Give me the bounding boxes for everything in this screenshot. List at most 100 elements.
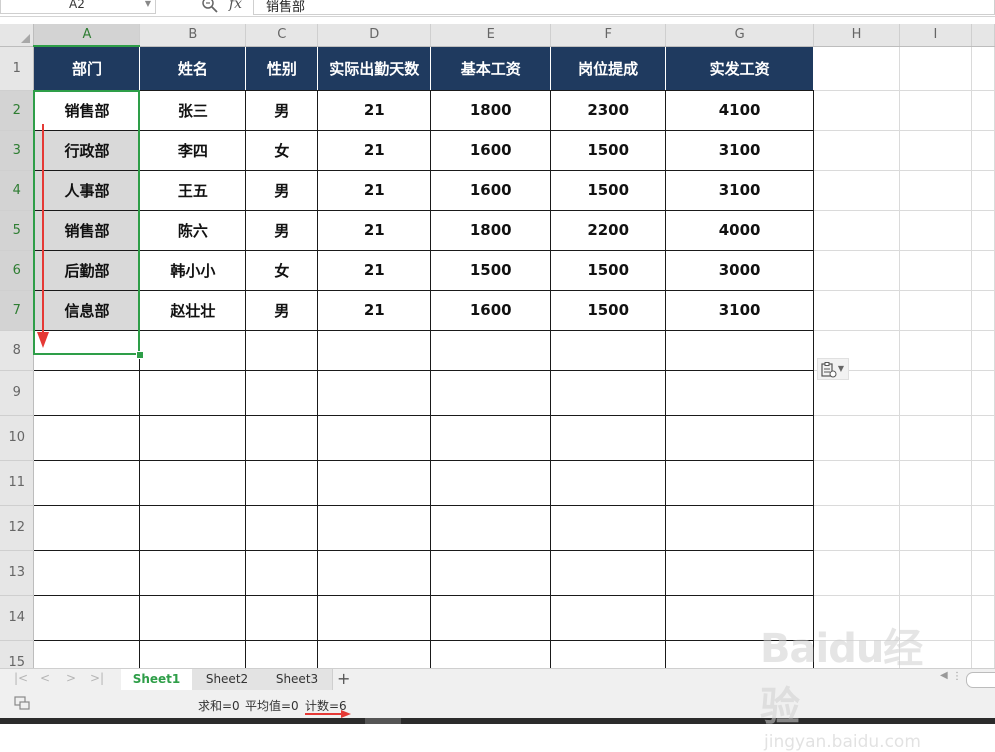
table-cell[interactable]: 女 bbox=[245, 130, 319, 171]
table-cell[interactable]: 男 bbox=[245, 90, 319, 131]
table-header-cell[interactable]: 岗位提成 bbox=[550, 46, 667, 91]
cell[interactable] bbox=[665, 460, 815, 506]
cell[interactable] bbox=[899, 46, 972, 91]
cell[interactable] bbox=[430, 640, 552, 668]
table-cell[interactable]: 3100 bbox=[665, 290, 815, 331]
table-cell[interactable]: 1500 bbox=[430, 250, 552, 291]
table-cell[interactable]: 4100 bbox=[665, 90, 815, 131]
cell[interactable] bbox=[899, 330, 972, 371]
cell[interactable] bbox=[813, 505, 900, 551]
cell[interactable] bbox=[899, 415, 972, 461]
cell[interactable] bbox=[665, 595, 815, 641]
table-cell[interactable]: 男 bbox=[245, 210, 319, 251]
cell[interactable] bbox=[813, 595, 900, 641]
row-header-3[interactable]: 3 bbox=[0, 130, 35, 171]
cell[interactable] bbox=[813, 550, 900, 596]
column-header-next[interactable] bbox=[971, 24, 995, 47]
table-cell[interactable]: 1600 bbox=[430, 130, 552, 171]
cell[interactable] bbox=[33, 550, 141, 596]
cell[interactable] bbox=[971, 130, 995, 171]
table-cell[interactable]: 1600 bbox=[430, 290, 552, 331]
cell[interactable] bbox=[665, 330, 815, 371]
table-header-cell[interactable]: 性别 bbox=[245, 46, 319, 91]
column-header-d[interactable]: D bbox=[317, 24, 432, 47]
cell[interactable] bbox=[813, 90, 900, 131]
cell[interactable] bbox=[971, 460, 995, 506]
cell[interactable] bbox=[971, 330, 995, 371]
table-cell[interactable]: 陈六 bbox=[139, 210, 247, 251]
row-header-4[interactable]: 4 bbox=[0, 170, 35, 211]
cell[interactable] bbox=[550, 370, 667, 416]
cell[interactable] bbox=[899, 460, 972, 506]
row-header-11[interactable]: 11 bbox=[0, 460, 35, 506]
cell[interactable] bbox=[430, 595, 552, 641]
cell[interactable] bbox=[430, 505, 552, 551]
cell[interactable] bbox=[899, 640, 972, 668]
cell[interactable] bbox=[245, 505, 319, 551]
add-sheet-button[interactable]: + bbox=[337, 669, 350, 688]
cell[interactable] bbox=[665, 370, 815, 416]
cell[interactable] bbox=[33, 595, 141, 641]
cell[interactable] bbox=[813, 640, 900, 668]
column-header-i[interactable]: I bbox=[899, 24, 972, 47]
cell[interactable] bbox=[245, 550, 319, 596]
table-cell[interactable]: 2300 bbox=[550, 90, 667, 131]
cell[interactable] bbox=[139, 505, 247, 551]
table-cell[interactable]: 3000 bbox=[665, 250, 815, 291]
cell[interactable] bbox=[971, 595, 995, 641]
cell[interactable] bbox=[550, 640, 667, 668]
cell[interactable] bbox=[899, 210, 972, 251]
row-header-7[interactable]: 7 bbox=[0, 290, 35, 331]
row-header-1[interactable]: 1 bbox=[0, 46, 35, 91]
cell[interactable] bbox=[550, 460, 667, 506]
table-cell[interactable]: 21 bbox=[317, 210, 432, 251]
first-sheet-icon[interactable]: |< bbox=[14, 671, 28, 685]
table-cell[interactable]: 李四 bbox=[139, 130, 247, 171]
cell[interactable] bbox=[430, 330, 552, 371]
cell[interactable] bbox=[899, 170, 972, 211]
cell[interactable] bbox=[899, 595, 972, 641]
zoom-icon[interactable] bbox=[201, 0, 219, 14]
cell[interactable] bbox=[550, 595, 667, 641]
cell[interactable] bbox=[317, 370, 432, 416]
cell[interactable] bbox=[430, 460, 552, 506]
cell[interactable] bbox=[665, 640, 815, 668]
row-header-5[interactable]: 5 bbox=[0, 210, 35, 251]
cell[interactable] bbox=[33, 505, 141, 551]
row-header-15[interactable]: 15 bbox=[0, 640, 35, 668]
cell[interactable] bbox=[317, 415, 432, 461]
row-header-14[interactable]: 14 bbox=[0, 595, 35, 641]
scroll-left-icon[interactable]: ◀ bbox=[940, 670, 948, 681]
table-cell[interactable]: 21 bbox=[317, 90, 432, 131]
chevron-down-icon[interactable]: ▼ bbox=[145, 0, 151, 8]
table-cell[interactable]: 韩小小 bbox=[139, 250, 247, 291]
cell[interactable] bbox=[245, 595, 319, 641]
table-cell[interactable]: 21 bbox=[317, 170, 432, 211]
cell[interactable] bbox=[971, 505, 995, 551]
table-cell[interactable]: 男 bbox=[245, 290, 319, 331]
table-header-cell[interactable]: 基本工资 bbox=[430, 46, 552, 91]
cell[interactable] bbox=[139, 415, 247, 461]
column-header-g[interactable]: G bbox=[665, 24, 815, 47]
table-cell[interactable]: 1800 bbox=[430, 210, 552, 251]
cell[interactable] bbox=[317, 330, 432, 371]
splitter-icon[interactable]: ⋮ bbox=[952, 671, 962, 682]
cell[interactable] bbox=[245, 460, 319, 506]
cell[interactable] bbox=[971, 640, 995, 668]
tab-sheet3[interactable]: Sheet3 bbox=[262, 669, 333, 690]
fill-handle[interactable] bbox=[136, 351, 144, 359]
cell[interactable] bbox=[813, 210, 900, 251]
last-sheet-icon[interactable]: >| bbox=[90, 671, 104, 685]
cell[interactable] bbox=[139, 550, 247, 596]
cell[interactable] bbox=[139, 330, 247, 371]
table-cell[interactable]: 21 bbox=[317, 130, 432, 171]
table-header-cell[interactable]: 姓名 bbox=[139, 46, 247, 91]
cell[interactable] bbox=[971, 46, 995, 91]
cell[interactable] bbox=[430, 370, 552, 416]
cell[interactable] bbox=[813, 130, 900, 171]
cell[interactable] bbox=[245, 370, 319, 416]
row-header-8[interactable]: 8 bbox=[0, 330, 35, 371]
cell[interactable] bbox=[899, 90, 972, 131]
protect-view-icon[interactable] bbox=[14, 695, 30, 711]
table-cell[interactable]: 女 bbox=[245, 250, 319, 291]
